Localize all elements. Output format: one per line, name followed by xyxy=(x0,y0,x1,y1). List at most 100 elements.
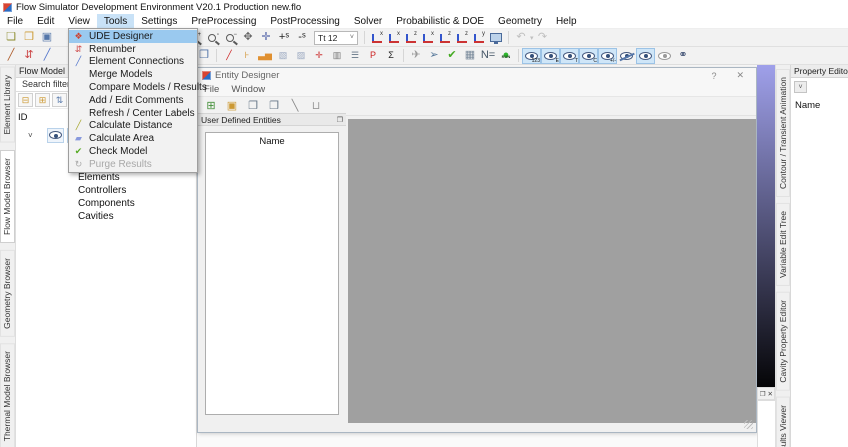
calculator-button[interactable]: ▦ xyxy=(461,48,479,64)
results-chart-button[interactable]: ▃▅ xyxy=(256,48,274,64)
tree-item[interactable]: Components xyxy=(78,197,196,210)
sync-tree-button[interactable]: ⇅ xyxy=(52,93,67,107)
ude-list[interactable]: Name xyxy=(205,132,339,415)
menu-item[interactable]: File xyxy=(0,14,30,28)
chevron-down-icon[interactable]: ˅ xyxy=(28,131,33,140)
tools-menu-item[interactable]: ╱ Calculate Distance xyxy=(69,120,197,133)
menu-item[interactable]: Geometry xyxy=(491,14,549,28)
redo-button[interactable]: ↷ xyxy=(534,30,552,46)
new-model-button[interactable]: ❏ xyxy=(2,30,20,46)
paste-entity-button[interactable]: ❐ xyxy=(264,98,284,114)
menu-item[interactable]: PreProcessing xyxy=(184,14,263,28)
expand-all-button[interactable]: ⊞ xyxy=(35,93,50,107)
show-ids-toggle[interactable]: 123 xyxy=(522,48,541,64)
copy-entity-button[interactable]: ❐ xyxy=(243,98,263,114)
add-element-button[interactable]: ╱ xyxy=(220,48,238,64)
check-model-button[interactable]: ✔ xyxy=(443,48,461,64)
find-button[interactable]: ⚭ xyxy=(674,48,692,64)
entity-designer-canvas[interactable] xyxy=(348,119,756,423)
show-selected-toggle[interactable] xyxy=(636,48,655,64)
pan-button[interactable]: ✥ xyxy=(239,30,257,46)
tree-item[interactable]: Elements xyxy=(78,171,196,184)
viewport-gradient[interactable] xyxy=(757,65,775,387)
element-connections-button[interactable]: ╱ xyxy=(38,48,56,64)
axis-view-button[interactable]: z xyxy=(453,30,470,46)
axis-view-button[interactable]: z xyxy=(402,30,419,46)
tree-item[interactable]: Cavities xyxy=(78,210,196,223)
stack-button[interactable]: ☰ xyxy=(346,48,364,64)
tools-menu-item[interactable]: Add / Edit Comments xyxy=(69,94,197,107)
open-entity-button[interactable]: ▣ xyxy=(222,98,242,114)
resize-grip[interactable] xyxy=(744,420,753,429)
run-button[interactable]: ● RUN xyxy=(497,48,515,64)
save-model-button[interactable]: ▣ xyxy=(38,30,56,46)
property-filter-button[interactable]: ˅ xyxy=(794,81,807,93)
delete-entity-button[interactable]: ⊔ xyxy=(306,98,326,114)
right-dock-tab[interactable]: Contour / Transient Animation xyxy=(776,69,790,197)
fit-screen-button[interactable] xyxy=(487,30,505,46)
menu-item[interactable]: Tools xyxy=(97,14,134,28)
axes-button[interactable]: ✛ xyxy=(310,48,328,64)
axis-view-button[interactable]: x xyxy=(385,30,402,46)
collapse-all-button[interactable]: ⊟ xyxy=(18,93,33,107)
right-dock-tab[interactable]: Cavity Property Editor xyxy=(776,292,790,391)
menu-item[interactable]: PostProcessing xyxy=(263,14,346,28)
left-dock-tab[interactable]: Flow Model Browser xyxy=(0,150,15,243)
tools-menu-item[interactable]: Compare Models / Results xyxy=(69,81,197,94)
right-dock-tab[interactable]: Variable Edit Tree xyxy=(776,203,790,286)
move-button[interactable]: ✛ xyxy=(257,30,275,46)
left-dock-tab[interactable]: Thermal Model Browser xyxy=(0,343,15,447)
element-button[interactable]: ╱ xyxy=(2,48,20,64)
chamber-tree-button[interactable]: ⊦ xyxy=(238,48,256,64)
curve-button[interactable]: Ρ xyxy=(364,48,382,64)
axis-view-button[interactable]: z xyxy=(436,30,453,46)
menu-item[interactable]: Edit xyxy=(30,14,61,28)
show-chambers-toggle[interactable]: C xyxy=(579,48,598,64)
line-tool-button[interactable]: ╲ xyxy=(285,98,305,114)
axis-view-button[interactable]: y xyxy=(470,30,487,46)
tools-menu-item[interactable]: ⇵ Renumber xyxy=(69,43,197,56)
sigma-button[interactable]: Σ xyxy=(382,48,400,64)
menu-item[interactable]: View xyxy=(61,14,97,28)
hide-items-toggle[interactable] xyxy=(617,48,636,64)
left-dock-tab[interactable]: Element Library xyxy=(0,67,15,143)
text-size-select[interactable]: Tt 12 ˅ xyxy=(314,31,358,45)
undo-button[interactable]: ↶ xyxy=(512,30,530,46)
float-icon[interactable]: ❐ xyxy=(760,390,766,398)
airplane-button[interactable]: ✈ xyxy=(407,48,425,64)
tools-menu-item[interactable]: ↻ Purge Results xyxy=(69,158,197,171)
show-temperatures-toggle[interactable]: T xyxy=(560,48,579,64)
menu-item[interactable]: Solver xyxy=(347,14,389,28)
zoom-window-button[interactable]: ▫ xyxy=(203,30,221,46)
tree-item[interactable]: Controllers xyxy=(78,184,196,197)
menu-item[interactable]: Probabilistic & DOE xyxy=(389,14,491,28)
menu-item[interactable]: Settings xyxy=(134,14,184,28)
tools-menu-item[interactable]: ❖ UDE Designer xyxy=(69,30,197,43)
show-all-toggle[interactable] xyxy=(655,48,674,64)
open-model-button[interactable]: ❒ xyxy=(20,30,38,46)
zoom-out-button[interactable]: − xyxy=(221,30,239,46)
show-signs-toggle[interactable]: +/- xyxy=(598,48,617,64)
probe-button[interactable]: ➢ xyxy=(425,48,443,64)
n-equals-button[interactable]: N= xyxy=(479,48,497,64)
new-entity-button[interactable]: ⊞ xyxy=(201,98,221,114)
tools-menu-item[interactable]: ✔ Check Model xyxy=(69,145,197,158)
right-dock-tab[interactable]: Results Viewer xyxy=(776,397,790,447)
close-icon[interactable]: ✕ xyxy=(768,390,773,398)
axis-view-button[interactable]: x xyxy=(419,30,436,46)
chart-scale-button[interactable]: ▥ xyxy=(328,48,346,64)
menu-item[interactable]: Help xyxy=(549,14,584,28)
cavity-box-2-button[interactable]: ▨ xyxy=(292,48,310,64)
tools-menu-item[interactable]: ▰ Calculate Area xyxy=(69,132,197,145)
cavity-box-button[interactable]: ▧ xyxy=(274,48,292,64)
menu-item[interactable]: Window xyxy=(225,83,271,96)
renumber-button[interactable]: ⇵ xyxy=(20,48,38,64)
pin-icon[interactable]: ❐ xyxy=(337,116,343,124)
tools-menu-item[interactable]: Merge Models xyxy=(69,68,197,81)
left-dock-tab[interactable]: Geometry Browser xyxy=(0,250,15,337)
root-visibility-toggle-1[interactable] xyxy=(47,128,64,143)
help-button[interactable]: ? xyxy=(703,71,724,81)
close-button[interactable]: ✕ xyxy=(728,70,752,81)
increase-symbol-size-button[interactable]: +ˢ xyxy=(275,30,293,46)
axis-view-button[interactable]: x xyxy=(368,30,385,46)
